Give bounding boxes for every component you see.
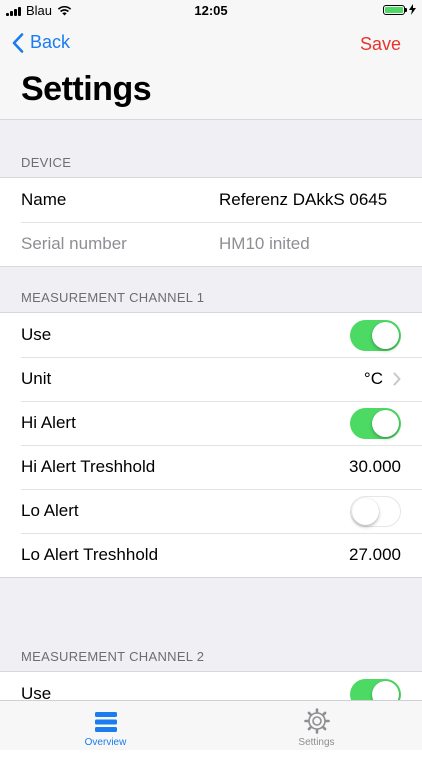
channel-1-hi-threshold-value[interactable]: 30.000 — [349, 457, 401, 477]
device-name-row[interactable]: Name Referenz DAkkS 0645 — [0, 178, 422, 222]
battery-icon — [383, 4, 407, 15]
settings-list: DEVICE Name Referenz DAkkS 0645 Serial n… — [0, 120, 422, 760]
tab-overview-label: Overview — [84, 737, 127, 748]
channel-1-hi-threshold-label: Hi Alert Treshhold — [21, 457, 156, 476]
overview-stack-icon — [94, 712, 117, 732]
channel-1-use-label: Use — [21, 325, 52, 344]
back-button[interactable]: Back — [12, 32, 70, 53]
status-bar: Blau 12:05 — [0, 0, 422, 22]
serial-number-row: Serial number HM10 inited — [0, 222, 422, 266]
serial-number-label: Serial number — [21, 234, 127, 253]
status-time: 12:05 — [194, 3, 228, 18]
tab-overview[interactable]: Overview — [0, 701, 211, 750]
channel-1-lo-alert-switch[interactable] — [350, 495, 401, 527]
section-header-device: DEVICE — [21, 155, 72, 170]
save-button[interactable]: Save — [360, 34, 401, 55]
channel-1-hi-alert-label: Hi Alert — [21, 413, 76, 432]
status-right — [383, 4, 416, 15]
channel-1-unit-label: Unit — [21, 369, 52, 388]
section-header-channel-1: MEASUREMENT CHANNEL 1 — [21, 290, 205, 305]
chevron-right-icon — [393, 372, 401, 386]
channel-1-unit-row[interactable]: Unit °C — [0, 357, 422, 401]
tab-bar: Overview Settings — [0, 700, 422, 750]
serial-number-value: HM10 inited — [219, 234, 310, 253]
device-name-value[interactable]: Referenz DAkkS 0645 — [219, 190, 387, 210]
channel-1-group: Use Unit °C Hi Alert Hi Alert Treshhold … — [0, 312, 422, 578]
channel-1-hi-alert-switch[interactable] — [350, 407, 401, 439]
page-title: Settings — [21, 70, 152, 108]
channel-1-use-row: Use — [0, 313, 422, 357]
channel-1-unit-value: °C — [363, 369, 383, 388]
device-group: Name Referenz DAkkS 0645 Serial number H… — [0, 177, 422, 267]
tab-settings-label: Settings — [298, 737, 335, 748]
channel-1-lo-threshold-value[interactable]: 27.000 — [349, 545, 401, 565]
gear-icon — [303, 708, 330, 734]
channel-1-use-switch[interactable] — [350, 319, 401, 351]
channel-1-lo-alert-row: Lo Alert — [0, 489, 422, 533]
tab-settings[interactable]: Settings — [211, 701, 422, 750]
chevron-left-icon — [12, 32, 24, 53]
channel-1-lo-threshold-row[interactable]: Lo Alert Treshhold 27.000 — [0, 533, 422, 577]
channel-1-hi-alert-row: Hi Alert — [0, 401, 422, 445]
channel-1-lo-alert-label: Lo Alert — [21, 501, 79, 520]
back-button-label: Back — [30, 32, 71, 52]
channel-1-lo-threshold-label: Lo Alert Treshhold — [21, 545, 159, 564]
navigation-bar: Back Save Settings — [0, 22, 422, 120]
channel-1-hi-threshold-row[interactable]: Hi Alert Treshhold 30.000 — [0, 445, 422, 489]
section-header-channel-2: MEASUREMENT CHANNEL 2 — [21, 649, 205, 664]
charging-bolt-icon — [409, 4, 416, 15]
